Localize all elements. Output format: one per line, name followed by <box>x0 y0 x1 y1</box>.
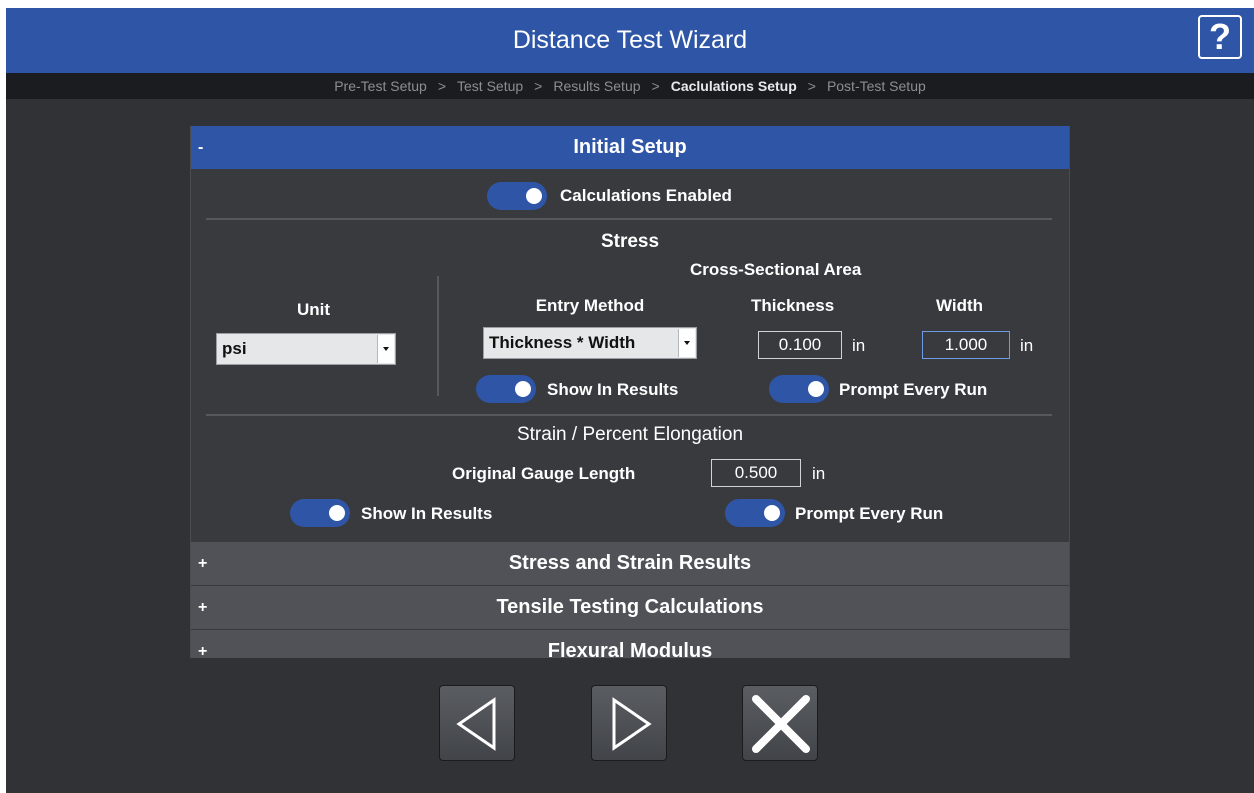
stress-show-in-results-label: Show In Results <box>547 380 679 399</box>
expand-icon: + <box>198 555 208 572</box>
breadcrumb-separator: > <box>807 78 816 94</box>
help-icon: ? <box>1209 16 1231 57</box>
width-unit: in <box>1020 336 1034 355</box>
unit-label: Unit <box>296 300 331 319</box>
breadcrumb-separator: > <box>651 78 660 94</box>
unit-select-value: psi <box>222 339 247 358</box>
stress-prompt-every-run-label: Prompt Every Run <box>839 380 988 399</box>
stress-prompt-every-run-toggle[interactable] <box>769 375 829 403</box>
entry-method-label: Entry Method <box>535 296 645 315</box>
calculations-enabled-label: Calculations Enabled <box>560 186 732 205</box>
gauge-length-unit: in <box>812 464 826 483</box>
breadcrumb-separator: > <box>437 78 447 94</box>
thickness-input[interactable]: 0.100 <box>758 331 842 359</box>
thickness-unit: in <box>852 336 866 355</box>
breadcrumb-bar: Pre-Test Setup > Test Setup > Results Se… <box>6 73 1254 99</box>
entry-method-select[interactable]: Thickness * Width <box>483 327 697 359</box>
strain-prompt-every-run-label: Prompt Every Run <box>795 504 944 523</box>
window-title: Distance Test Wizard <box>512 26 748 54</box>
vertical-divider <box>437 276 439 396</box>
stress-show-in-results-toggle[interactable] <box>476 375 536 403</box>
section-title: Stress and Strain Results <box>508 552 752 574</box>
section-title: Tensile Testing Calculations <box>496 596 764 618</box>
chevron-down-icon <box>377 335 394 363</box>
unit-select[interactable]: psi <box>216 333 396 365</box>
wizard-window: Distance Test Wizard ? Pre-Test Setup > … <box>6 8 1254 793</box>
entry-method-value: Thickness * Width <box>489 333 636 352</box>
breadcrumb-pre-test-setup[interactable]: Pre-Test Setup <box>334 78 427 94</box>
next-button[interactable] <box>591 685 667 761</box>
breadcrumb-separator: > <box>534 78 543 94</box>
tensile-testing-calculations-header[interactable]: + Tensile Testing Calculations <box>191 585 1069 629</box>
strain-show-in-results-toggle[interactable] <box>290 499 350 527</box>
toggle-knob <box>515 381 531 397</box>
triangle-right-icon <box>612 697 652 751</box>
breadcrumb-calculations-setup[interactable]: Caclulations Setup <box>671 78 797 94</box>
triangle-left-icon <box>456 697 496 751</box>
flexural-modulus-header[interactable]: + Flexural Modulus <box>191 629 1069 658</box>
toggle-knob <box>808 381 824 397</box>
cross-sectional-area-heading: Cross-Sectional Area <box>690 260 862 279</box>
accordion-panel: - Initial Setup Calculations Enabled Str… <box>190 126 1070 658</box>
initial-setup-header[interactable]: - Initial Setup <box>191 126 1069 169</box>
toggle-knob <box>526 188 542 204</box>
initial-setup-title: Initial Setup <box>573 136 687 158</box>
breadcrumb-post-test-setup[interactable]: Post-Test Setup <box>827 78 926 94</box>
breadcrumb-results-setup[interactable]: Results Setup <box>553 78 640 94</box>
gauge-length-input[interactable]: 0.500 <box>711 459 801 487</box>
stress-strain-results-header[interactable]: + Stress and Strain Results <box>191 541 1069 585</box>
back-button[interactable] <box>439 685 515 761</box>
strain-heading: Strain / Percent Elongation <box>516 424 744 445</box>
gauge-length-label: Original Gauge Length <box>452 464 636 483</box>
cancel-button[interactable] <box>742 685 818 761</box>
collapse-icon: - <box>198 139 204 156</box>
title-bar: Distance Test Wizard ? <box>6 8 1254 73</box>
section-title: Flexural Modulus <box>547 640 713 658</box>
chevron-down-icon <box>678 329 695 357</box>
expand-icon: + <box>198 643 208 658</box>
width-input[interactable]: 1.000 <box>922 331 1010 359</box>
breadcrumb: Pre-Test Setup > Test Setup > Results Se… <box>6 73 1254 99</box>
stress-heading: Stress <box>600 231 660 252</box>
breadcrumb-test-setup[interactable]: Test Setup <box>457 78 523 94</box>
divider <box>206 414 1052 416</box>
width-label: Width <box>936 296 984 315</box>
thickness-label: Thickness <box>751 296 835 315</box>
toggle-knob <box>764 505 780 521</box>
help-button[interactable]: ? <box>1198 15 1242 59</box>
strain-prompt-every-run-toggle[interactable] <box>725 499 785 527</box>
divider <box>206 218 1052 220</box>
calculations-enabled-toggle[interactable] <box>487 182 547 210</box>
strain-show-in-results-label: Show In Results <box>361 504 493 523</box>
toggle-knob <box>329 505 345 521</box>
expand-icon: + <box>198 599 208 616</box>
close-x-icon <box>752 695 810 753</box>
